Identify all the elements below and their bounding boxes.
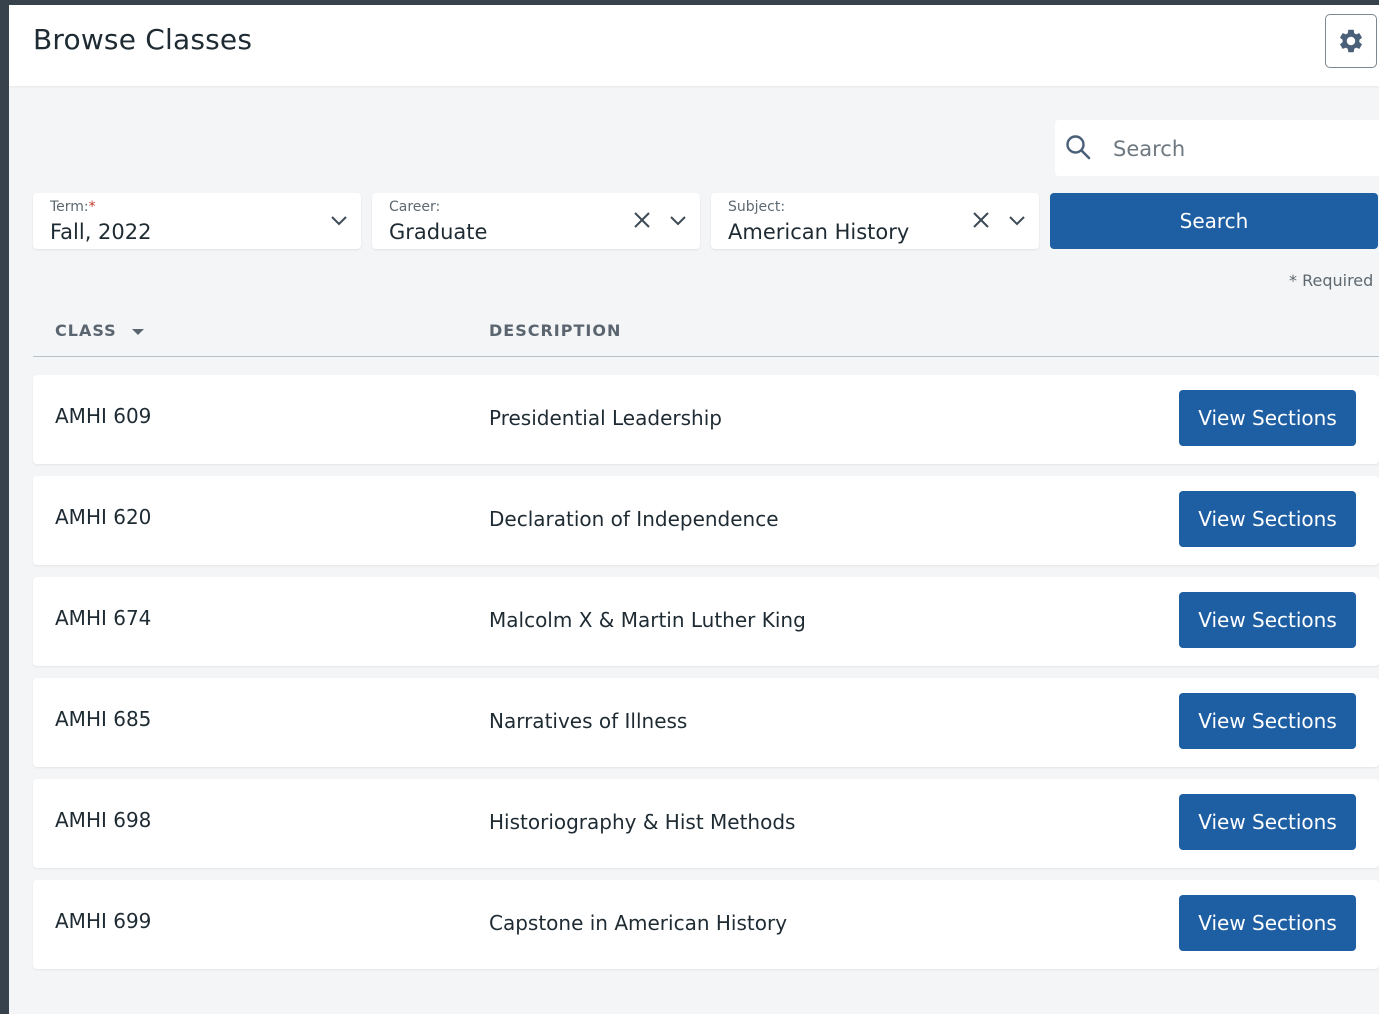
settings-button[interactable] <box>1325 14 1377 68</box>
required-note: * Required <box>1289 271 1374 290</box>
term-value: Fall, 2022 <box>50 220 152 244</box>
subject-select[interactable]: Subject: American History <box>711 193 1039 249</box>
clear-icon[interactable] <box>632 210 652 234</box>
table-header-divider <box>33 356 1379 357</box>
class-description: Historiography & Hist Methods <box>489 810 796 834</box>
page-header: Browse Classes <box>9 5 1379 86</box>
class-code: AMHI 620 <box>55 505 152 529</box>
clear-icon[interactable] <box>971 210 991 234</box>
term-label: Term: <box>50 199 89 215</box>
view-sections-button[interactable]: View Sections <box>1179 693 1356 749</box>
search-input[interactable] <box>1111 132 1375 166</box>
page-title: Browse Classes <box>33 23 253 56</box>
class-description: Narratives of Illness <box>489 709 688 733</box>
required-asterisk: * <box>88 199 96 215</box>
class-description: Declaration of Independence <box>489 507 779 531</box>
view-sections-button[interactable]: View Sections <box>1179 390 1356 446</box>
view-sections-button[interactable]: View Sections <box>1179 592 1356 648</box>
career-value: Graduate <box>389 220 488 244</box>
class-code: AMHI 609 <box>55 404 152 428</box>
table-row: AMHI 674 Malcolm X & Martin Luther King … <box>33 577 1379 666</box>
table-row: AMHI 699 Capstone in American History Vi… <box>33 880 1379 969</box>
column-header-class-label: CLASS <box>55 321 117 340</box>
app-window: Browse Classes Term:* Fall, 2022 Career:… <box>9 5 1379 1014</box>
class-code: AMHI 699 <box>55 909 152 933</box>
class-code: AMHI 685 <box>55 707 152 731</box>
search-button[interactable]: Search <box>1050 193 1378 249</box>
subject-label: Subject: <box>728 199 786 215</box>
table-row: AMHI 685 Narratives of Illness View Sect… <box>33 678 1379 767</box>
table-row: AMHI 620 Declaration of Independence Vie… <box>33 476 1379 565</box>
class-description: Presidential Leadership <box>489 406 722 430</box>
chevron-down-icon[interactable] <box>330 212 348 234</box>
chevron-down-icon[interactable] <box>669 212 687 234</box>
table-row: AMHI 698 Historiography & Hist Methods V… <box>33 779 1379 868</box>
career-label: Career: <box>389 199 441 215</box>
subject-value: American History <box>728 220 910 244</box>
view-sections-button[interactable]: View Sections <box>1179 895 1356 951</box>
career-select[interactable]: Career: Graduate <box>372 193 700 249</box>
class-description: Capstone in American History <box>489 911 788 935</box>
term-select[interactable]: Term:* Fall, 2022 <box>33 193 361 249</box>
caret-down-icon <box>131 322 145 341</box>
search-field[interactable] <box>1055 120 1379 176</box>
gear-icon <box>1340 29 1362 53</box>
class-code: AMHI 698 <box>55 808 152 832</box>
table-row: AMHI 609 Presidential Leadership View Se… <box>33 375 1379 464</box>
chevron-down-icon[interactable] <box>1008 212 1026 234</box>
class-code: AMHI 674 <box>55 606 152 630</box>
column-header-description: DESCRIPTION <box>489 321 622 340</box>
class-description: Malcolm X & Martin Luther King <box>489 608 806 632</box>
view-sections-button[interactable]: View Sections <box>1179 794 1356 850</box>
search-icon <box>1065 134 1091 164</box>
view-sections-button[interactable]: View Sections <box>1179 491 1356 547</box>
column-header-class[interactable]: CLASS <box>55 321 145 341</box>
